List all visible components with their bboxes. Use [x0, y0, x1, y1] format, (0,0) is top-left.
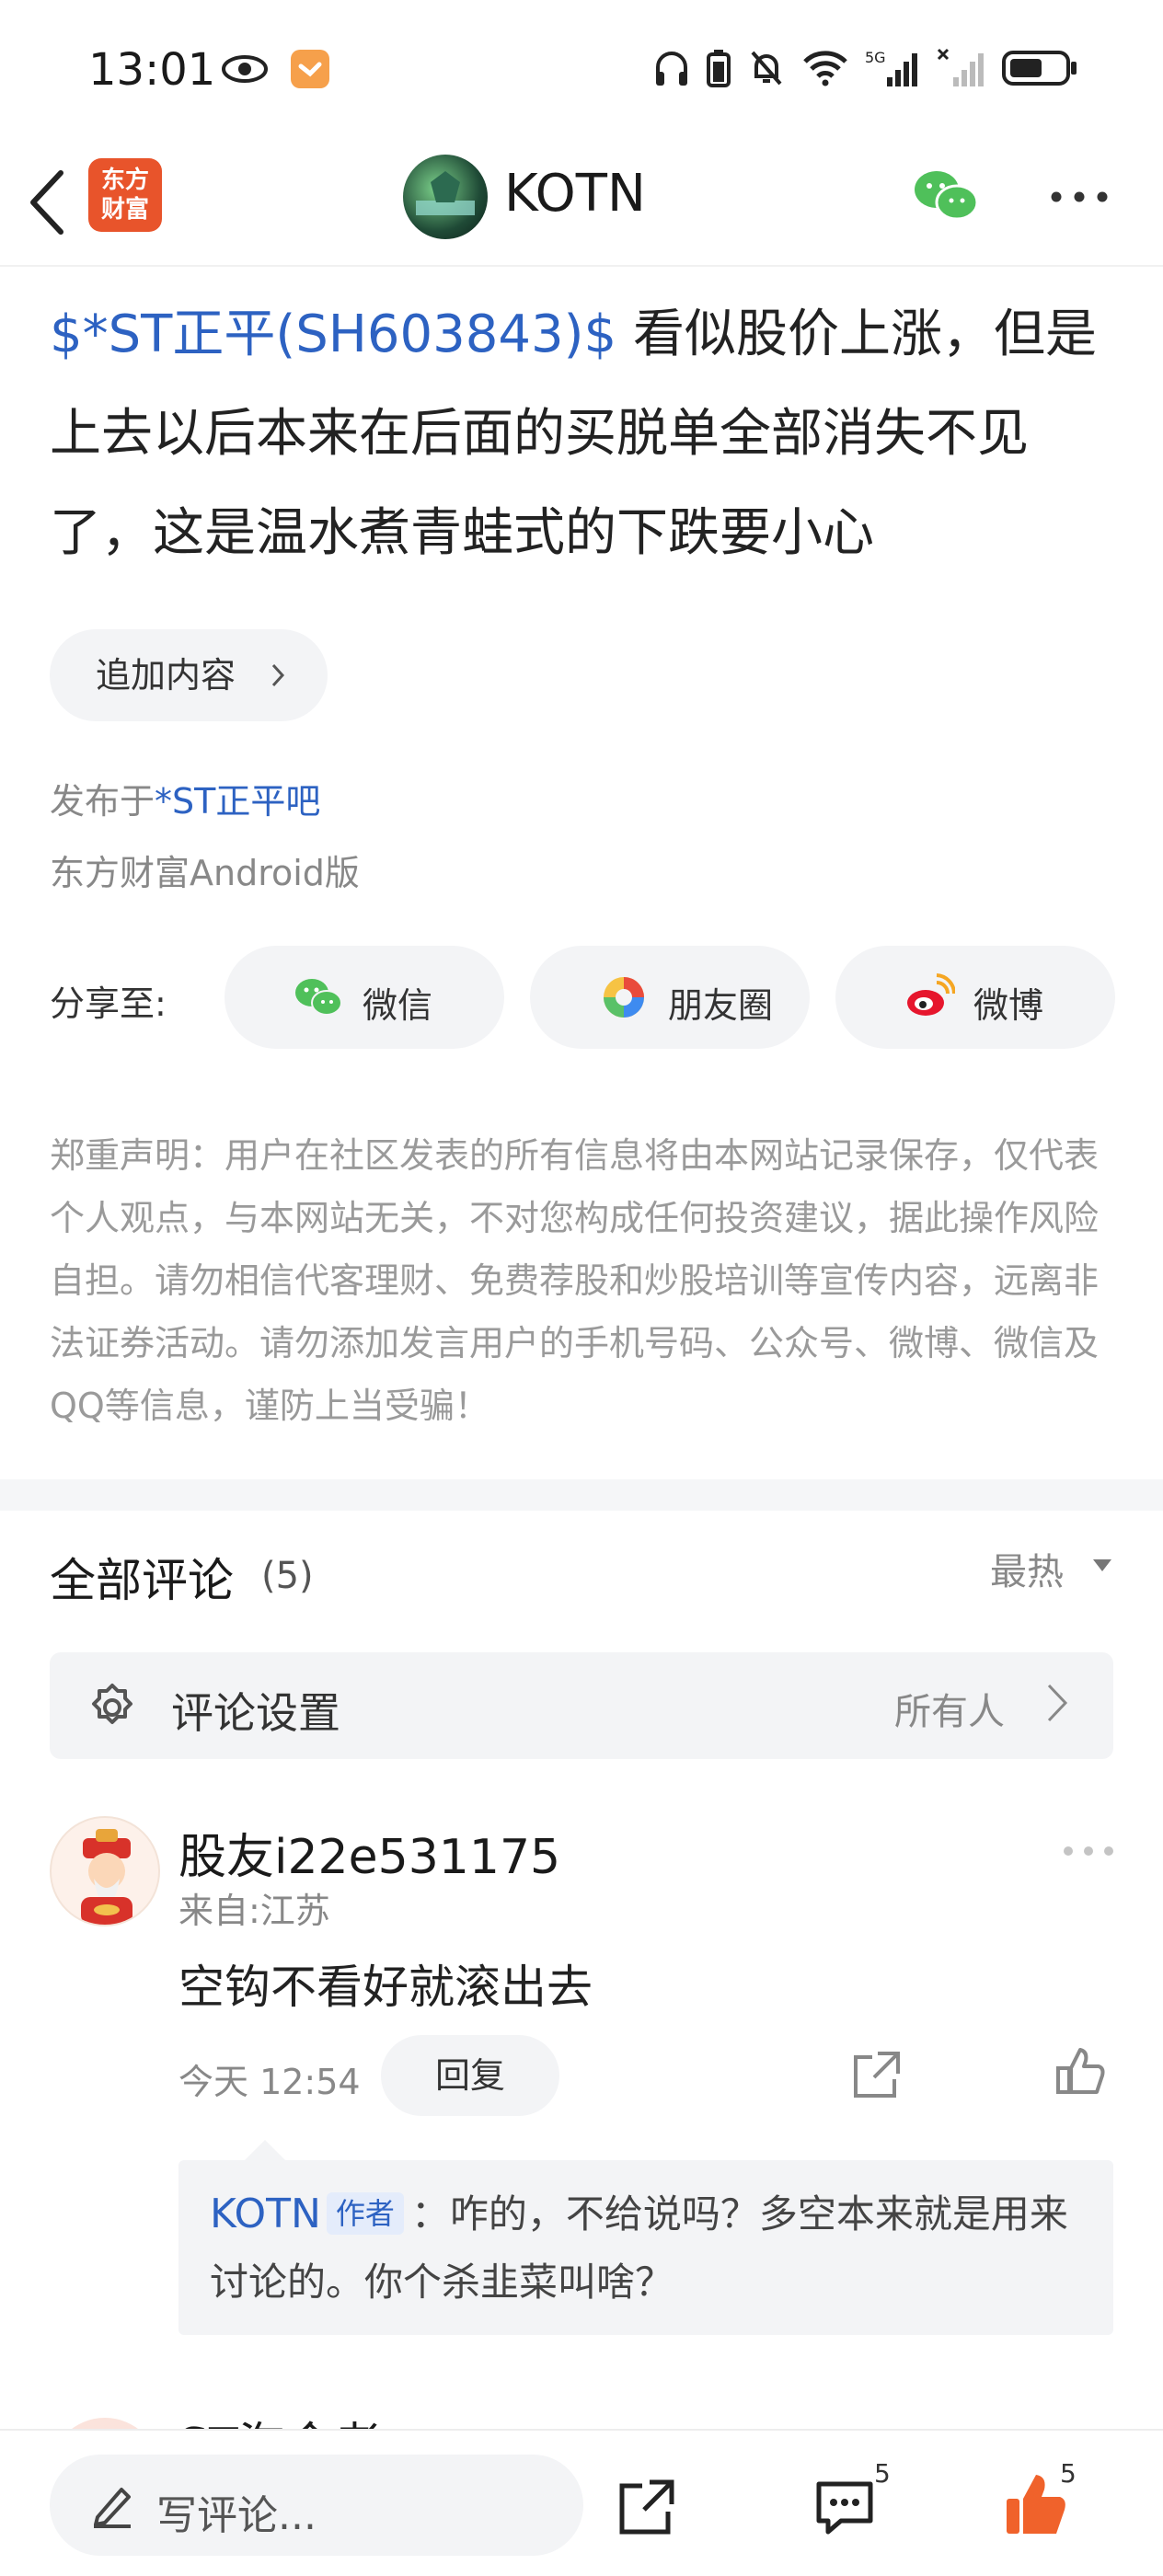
- published-in: 发布于*ST正平吧: [50, 781, 321, 822]
- signal-no-service-icon: [937, 48, 984, 86]
- status-bar: 13:01 5G: [0, 0, 1163, 147]
- back-button[interactable]: [22, 166, 77, 239]
- commenter-avatar[interactable]: [50, 1816, 160, 1926]
- comment-share-icon[interactable]: [850, 2048, 904, 2101]
- nav-title[interactable]: KOTN: [504, 164, 646, 224]
- author-badge: 作者: [326, 2192, 404, 2235]
- comment-icon[interactable]: [813, 2478, 876, 2536]
- headphones-icon: [656, 52, 687, 86]
- append-content-button[interactable]: 追加内容: [50, 629, 328, 721]
- comments-title: 全部评论: [50, 1554, 234, 1607]
- app-notification-icon: [291, 50, 329, 88]
- weibo-icon: [907, 973, 955, 1016]
- stock-bar-link[interactable]: *ST正平吧: [155, 781, 320, 822]
- comment-text: 空钩不看好就滚出去: [178, 1961, 593, 2014]
- comment-settings-bar[interactable]: 评论设置 所有人: [50, 1652, 1113, 1759]
- share-wechat-button[interactable]: 微信: [225, 946, 504, 1049]
- comment-time: 今天 12:54: [178, 2062, 361, 2102]
- share-label: 分享至:: [50, 983, 167, 1024]
- status-time: 13:01: [88, 44, 216, 96]
- avatar-image: [416, 171, 475, 215]
- svg-text:5G: 5G: [865, 49, 886, 66]
- write-comment-placeholder: 写评论...: [156, 2492, 317, 2539]
- bottom-action-bar: 写评论... 5 5: [0, 2429, 1163, 2576]
- chevron-right-icon: [271, 663, 285, 687]
- chevron-right-icon: [1047, 1684, 1068, 1722]
- share-weibo-button[interactable]: 微博: [835, 946, 1115, 1049]
- like-count: 5: [1060, 2458, 1077, 2489]
- post-body: $*ST正平(SH603843)$ 看似股价上涨，但是上去以后本来在后面的买脱单…: [50, 285, 1117, 583]
- stock-link[interactable]: $*ST正平(SH603843)$: [50, 305, 616, 364]
- commenter-location: 来自:江苏: [178, 1891, 330, 1931]
- wechat-share-icon[interactable]: [911, 166, 981, 224]
- mute-bell-icon: [751, 51, 782, 86]
- comment-like-icon[interactable]: [1054, 2046, 1106, 2098]
- share-icon[interactable]: [616, 2477, 677, 2537]
- sort-dropdown[interactable]: 最热: [990, 1542, 1064, 1595]
- disclaimer: 郑重声明：用户在社区发表的所有信息将由本网站记录保存，仅代表个人观点，与本网站无…: [50, 1135, 1100, 1426]
- wechat-icon: [295, 979, 342, 1016]
- commenter-name[interactable]: 股友i22e531175: [178, 1818, 560, 1887]
- comment-count: 5: [874, 2458, 891, 2489]
- device-battery-icon: [707, 50, 731, 87]
- comment-more-icon[interactable]: [1062, 1844, 1115, 1858]
- reply-button[interactable]: 回复: [381, 2035, 559, 2116]
- caret-down-icon[interactable]: [1091, 1557, 1113, 1573]
- comment-settings-label: 评论设置: [171, 1688, 340, 1738]
- share-moments-button[interactable]: 朋友圈: [530, 946, 810, 1049]
- pen-icon: [94, 2488, 131, 2528]
- god-of-wealth-avatar-image: [81, 1829, 132, 1925]
- signal-5g-icon: 5G: [865, 49, 917, 86]
- author-reply: KOTN 作者 ：咋的，不给说吗？多空本来就是用来讨论的。你个杀韭菜叫啥？: [178, 2140, 1113, 2335]
- author-avatar[interactable]: [403, 155, 488, 239]
- append-content-label: 追加内容: [96, 655, 236, 696]
- reply-author-name[interactable]: KOTN: [210, 2191, 321, 2237]
- like-icon[interactable]: [1003, 2471, 1067, 2537]
- app-logo[interactable]: 东方 财富: [88, 158, 162, 232]
- more-options-icon[interactable]: [1049, 188, 1110, 206]
- moments-icon: [604, 977, 644, 1018]
- wifi-icon: [803, 51, 847, 86]
- section-divider: [0, 1479, 1163, 1511]
- eye-icon: [222, 55, 268, 83]
- client-source: 东方财富Android版: [50, 853, 360, 893]
- comment-settings-value: 所有人: [894, 1691, 1005, 1733]
- gear-icon: [92, 1684, 132, 1724]
- battery-icon: [1002, 51, 1077, 86]
- comments-count: (5): [261, 1555, 314, 1597]
- write-comment-input[interactable]: 写评论...: [50, 2455, 583, 2556]
